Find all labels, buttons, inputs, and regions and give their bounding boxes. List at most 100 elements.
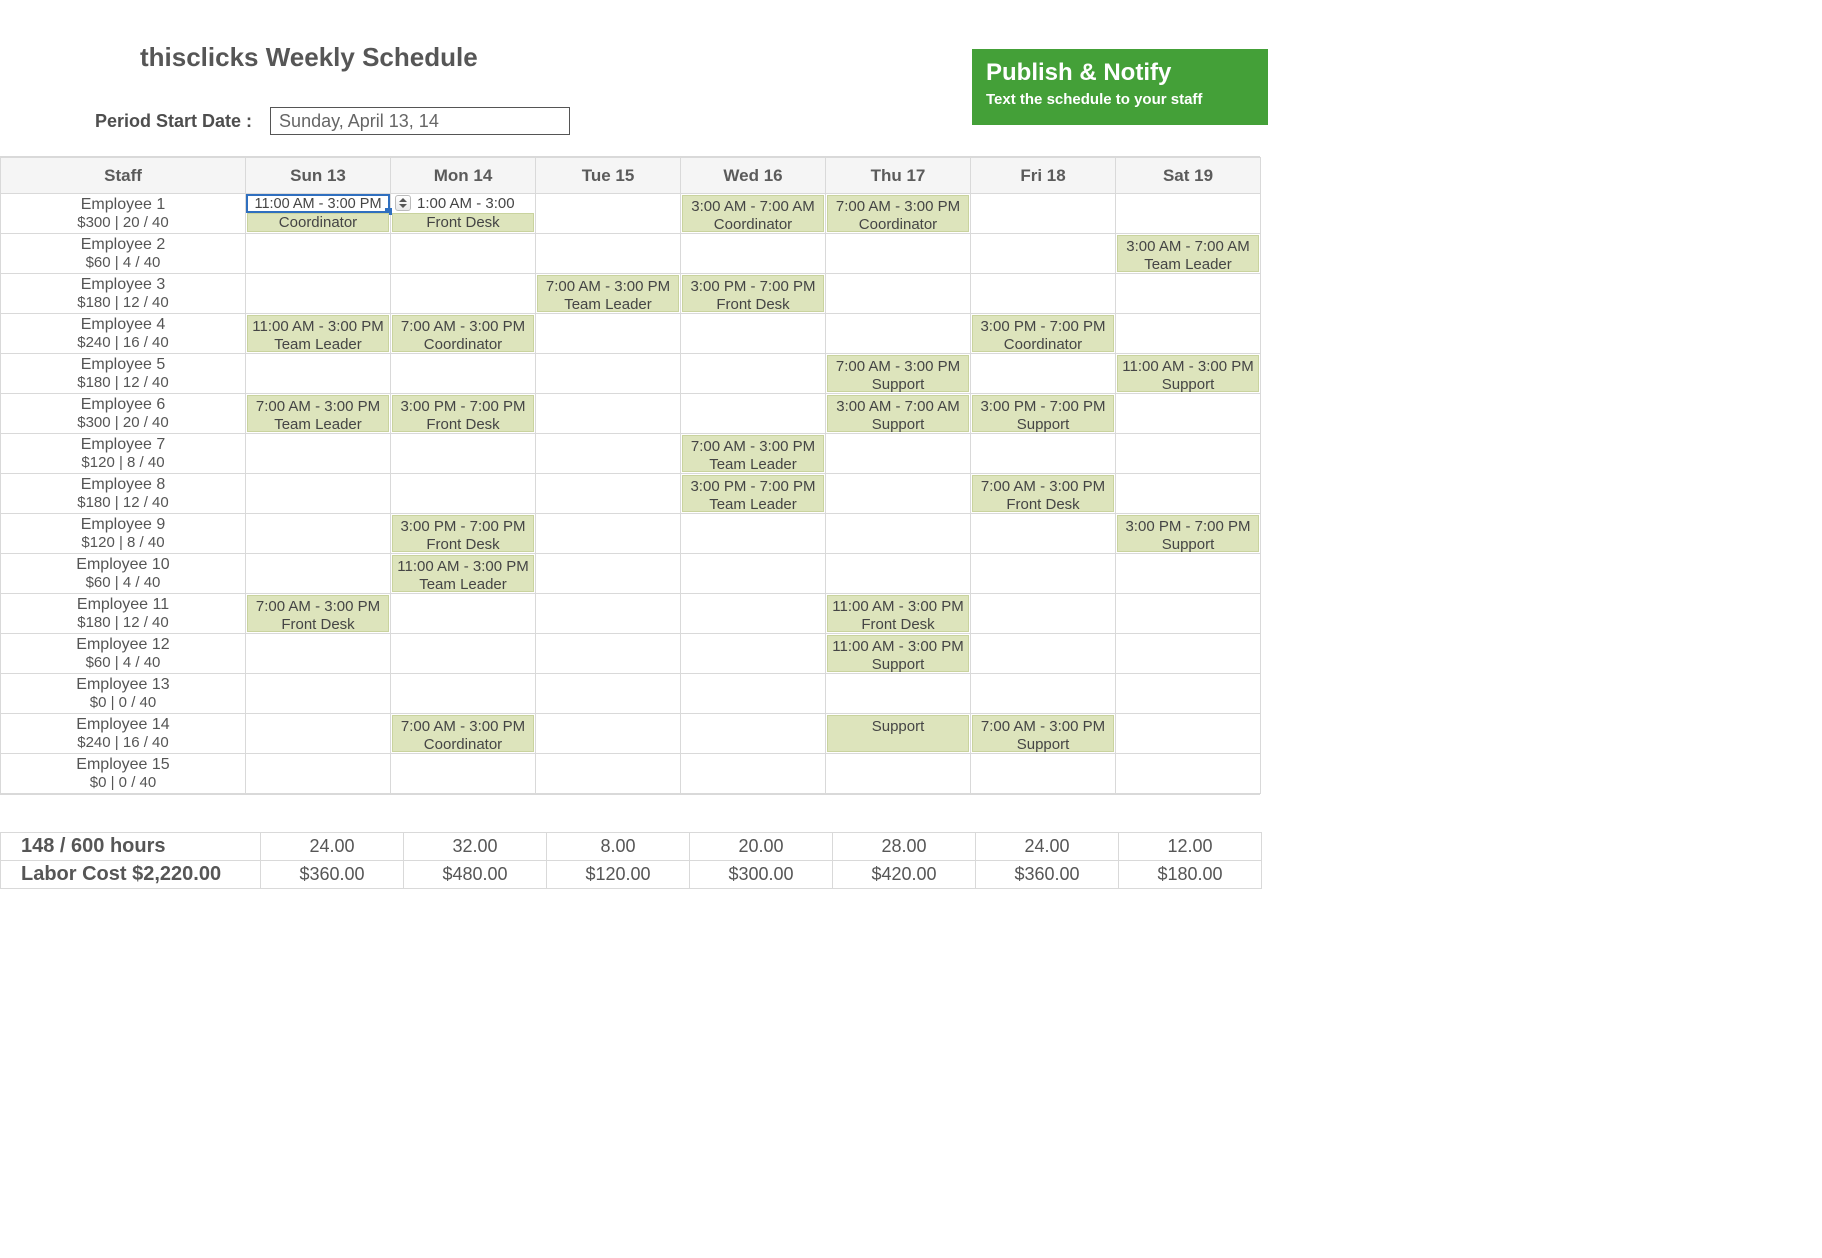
schedule-cell[interactable] bbox=[246, 474, 391, 514]
schedule-cell[interactable] bbox=[246, 354, 391, 394]
schedule-cell[interactable] bbox=[681, 754, 826, 794]
schedule-cell[interactable] bbox=[536, 634, 681, 674]
schedule-cell[interactable] bbox=[536, 674, 681, 714]
schedule-cell[interactable] bbox=[391, 434, 536, 474]
schedule-cell[interactable] bbox=[681, 554, 826, 594]
schedule-cell[interactable] bbox=[681, 234, 826, 274]
schedule-cell[interactable] bbox=[391, 594, 536, 634]
schedule-cell[interactable] bbox=[246, 514, 391, 554]
schedule-cell[interactable] bbox=[971, 514, 1116, 554]
shift-block[interactable]: 11:00 AM - 3:00 PMSupport bbox=[827, 635, 969, 672]
schedule-cell[interactable] bbox=[536, 754, 681, 794]
schedule-cell[interactable] bbox=[246, 434, 391, 474]
shift-block[interactable]: 3:00 AM - 7:00 AMCoordinator bbox=[682, 195, 824, 232]
shift-block[interactable]: 11:00 AM - 3:00 PMFront Desk bbox=[827, 595, 969, 632]
schedule-cell[interactable] bbox=[1116, 274, 1261, 314]
schedule-cell[interactable] bbox=[536, 594, 681, 634]
schedule-cell[interactable] bbox=[391, 634, 536, 674]
schedule-cell[interactable] bbox=[971, 354, 1116, 394]
schedule-cell[interactable]: 3:00 PM - 7:00 PMSupport bbox=[1116, 514, 1261, 554]
schedule-cell[interactable] bbox=[971, 754, 1116, 794]
shift-block[interactable]: 11:00 AM - 3:00 PMTeam Leader bbox=[247, 315, 389, 352]
shift-block[interactable]: 3:00 AM - 7:00 AMSupport bbox=[827, 395, 969, 432]
schedule-cell[interactable]: 3:00 PM - 7:00 PMTeam Leader bbox=[681, 474, 826, 514]
schedule-cell[interactable] bbox=[1116, 394, 1261, 434]
schedule-cell[interactable] bbox=[681, 674, 826, 714]
schedule-cell[interactable]: 7:00 AM - 3:00 PMFront Desk bbox=[246, 594, 391, 634]
schedule-cell[interactable]: 3:00 PM - 7:00 PMFront Desk bbox=[391, 394, 536, 434]
schedule-cell[interactable] bbox=[1116, 554, 1261, 594]
schedule-cell[interactable] bbox=[971, 634, 1116, 674]
selected-cell[interactable]: 11:00 AM - 3:00 PM bbox=[246, 194, 390, 213]
shift-block[interactable]: 3:00 PM - 7:00 PMCoordinator bbox=[972, 315, 1114, 352]
schedule-cell[interactable]: 11:00 AM - 3:00 PMTeam Leader bbox=[391, 554, 536, 594]
shift-block[interactable]: 7:00 AM - 3:00 PMFront Desk bbox=[972, 475, 1114, 512]
schedule-cell[interactable]: 11:00 AM - 3:00 PMSupport bbox=[1116, 354, 1261, 394]
schedule-cell[interactable] bbox=[536, 354, 681, 394]
schedule-cell[interactable] bbox=[681, 354, 826, 394]
schedule-cell[interactable] bbox=[246, 554, 391, 594]
schedule-cell[interactable] bbox=[246, 234, 391, 274]
schedule-cell[interactable] bbox=[826, 274, 971, 314]
shift-block[interactable]: 3:00 PM - 7:00 PMSupport bbox=[972, 395, 1114, 432]
schedule-cell[interactable] bbox=[971, 674, 1116, 714]
schedule-cell[interactable] bbox=[681, 594, 826, 634]
shift-block[interactable]: 7:00 AM - 3:00 PMTeam Leader bbox=[247, 395, 389, 432]
shift-block[interactable]: 7:00 AM - 3:00 PMTeam Leader bbox=[682, 435, 824, 472]
shift-block[interactable]: 7:00 AM - 3:00 PMSupport bbox=[972, 715, 1114, 752]
schedule-cell[interactable] bbox=[1116, 314, 1261, 354]
shift-block[interactable]: 3:00 PM - 7:00 PMTeam Leader bbox=[682, 475, 824, 512]
schedule-cell[interactable] bbox=[391, 754, 536, 794]
schedule-cell[interactable] bbox=[536, 514, 681, 554]
shift-block[interactable]: 3:00 PM - 7:00 PMFront Desk bbox=[392, 515, 534, 552]
schedule-cell[interactable]: 7:00 AM - 3:00 PMTeam Leader bbox=[536, 274, 681, 314]
schedule-cell[interactable] bbox=[826, 314, 971, 354]
schedule-cell[interactable]: 7:00 AM - 3:00 PMFront Desk bbox=[971, 474, 1116, 514]
schedule-cell[interactable] bbox=[681, 314, 826, 354]
shift-block[interactable]: 3:00 PM - 7:00 PMFront Desk bbox=[392, 395, 534, 432]
schedule-cell[interactable] bbox=[971, 234, 1116, 274]
schedule-cell[interactable]: 1:00 AM - 3:00 PMFront Desk bbox=[391, 194, 536, 234]
schedule-cell[interactable] bbox=[536, 234, 681, 274]
publish-notify-button[interactable]: Publish & Notify Text the schedule to yo… bbox=[972, 49, 1268, 125]
schedule-cell[interactable]: 11:00 AM - 3:00 PMFront Desk bbox=[826, 594, 971, 634]
schedule-cell[interactable] bbox=[536, 194, 681, 234]
schedule-cell[interactable] bbox=[681, 714, 826, 754]
shift-block[interactable]: 11:00 AM - 3:00 PMTeam Leader bbox=[392, 555, 534, 592]
schedule-cell[interactable] bbox=[826, 514, 971, 554]
stepper-icon[interactable] bbox=[395, 195, 411, 211]
schedule-cell[interactable] bbox=[826, 554, 971, 594]
schedule-cell[interactable] bbox=[246, 674, 391, 714]
schedule-cell[interactable] bbox=[826, 754, 971, 794]
schedule-cell[interactable] bbox=[681, 634, 826, 674]
shift-block[interactable]: 11:00 AM - 3:00 PMSupport bbox=[1117, 355, 1259, 392]
schedule-cell[interactable]: 7:00 AM - 3:00 PMSupport bbox=[826, 354, 971, 394]
shift-block[interactable]: 7:00 AM - 3:00 PMCoordinator bbox=[392, 315, 534, 352]
schedule-cell[interactable] bbox=[391, 674, 536, 714]
schedule-cell[interactable] bbox=[391, 274, 536, 314]
schedule-cell[interactable] bbox=[246, 754, 391, 794]
schedule-cell[interactable] bbox=[246, 274, 391, 314]
schedule-cell[interactable] bbox=[681, 394, 826, 434]
schedule-cell[interactable]: 11:00 AM - 3:00 PMTeam Leader bbox=[246, 314, 391, 354]
shift-block[interactable]: 7:00 AM - 3:00 PMCoordinator bbox=[827, 195, 969, 232]
formula-cell[interactable]: 1:00 AM - 3:00 PM bbox=[391, 194, 535, 213]
schedule-cell[interactable] bbox=[246, 714, 391, 754]
schedule-cell[interactable] bbox=[1116, 434, 1261, 474]
schedule-cell[interactable]: 3:00 AM - 7:00 AMTeam Leader bbox=[1116, 234, 1261, 274]
shift-block[interactable]: 3:00 PM - 7:00 PMFront Desk bbox=[682, 275, 824, 312]
schedule-cell[interactable] bbox=[971, 434, 1116, 474]
schedule-cell[interactable]: Support bbox=[826, 714, 971, 754]
schedule-cell[interactable] bbox=[1116, 594, 1261, 634]
schedule-cell[interactable] bbox=[1116, 194, 1261, 234]
schedule-cell[interactable]: 3:00 AM - 7:00 AMCoordinator bbox=[681, 194, 826, 234]
schedule-cell[interactable] bbox=[681, 514, 826, 554]
schedule-cell[interactable] bbox=[826, 474, 971, 514]
schedule-cell[interactable] bbox=[536, 474, 681, 514]
shift-block[interactable]: Front Desk bbox=[392, 213, 534, 232]
shift-block[interactable]: Support bbox=[827, 715, 969, 752]
schedule-cell[interactable]: 7:00 AM - 3:00 PMCoordinator bbox=[391, 314, 536, 354]
schedule-cell[interactable]: 7:00 AM - 3:00 PMTeam Leader bbox=[681, 434, 826, 474]
schedule-cell[interactable]: 3:00 AM - 7:00 AMSupport bbox=[826, 394, 971, 434]
schedule-cell[interactable] bbox=[536, 394, 681, 434]
